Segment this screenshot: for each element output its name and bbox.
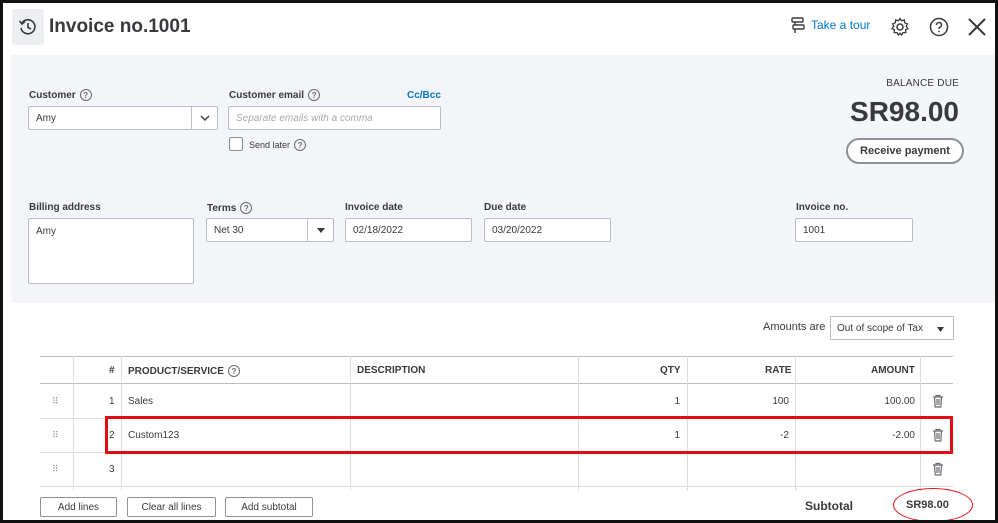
col-description-header: DESCRIPTION xyxy=(357,365,426,376)
receive-payment-button[interactable]: Receive payment xyxy=(846,138,964,164)
send-later-checkbox[interactable] xyxy=(229,137,243,151)
subtotal-label: Subtotal xyxy=(805,499,853,513)
settings-button[interactable] xyxy=(888,15,912,39)
help-icon[interactable]: ? xyxy=(294,139,307,151)
drag-handle-icon[interactable]: ⠿ xyxy=(52,430,59,441)
clear-all-lines-button[interactable]: Clear all lines xyxy=(127,497,216,517)
drag-handle-icon[interactable]: ⠿ xyxy=(52,396,59,407)
customer-value: Amy xyxy=(36,112,56,124)
tour-icon xyxy=(791,17,805,33)
trash-icon[interactable] xyxy=(931,394,945,408)
table-row[interactable]: ⠿ 1 Sales 1 100 100.00 xyxy=(40,385,953,419)
row-num: 1 xyxy=(109,396,115,407)
customer-email-field[interactable]: Separate emails with a comma xyxy=(228,106,441,130)
amounts-are-value: Out of scope of Tax xyxy=(837,322,923,334)
customer-email-label-row: Customer email ? xyxy=(229,89,321,101)
highlight-box xyxy=(105,416,953,454)
customer-label: Customer xyxy=(29,89,76,101)
email-placeholder: Separate emails with a comma xyxy=(236,112,373,124)
col-num-header: # xyxy=(109,365,115,376)
take-tour-label: Take a tour xyxy=(811,18,871,32)
col-amount-header: AMOUNT xyxy=(871,365,915,376)
amounts-are-select[interactable]: Out of scope of Tax xyxy=(830,316,954,340)
customer-label-row: Customer ? xyxy=(29,89,92,101)
chevron-down-icon[interactable] xyxy=(191,107,217,129)
invoice-window: Invoice no.1001 Take a tour Customer ? A… xyxy=(0,0,998,523)
col-product-header: PRODUCT/SERVICE ? xyxy=(128,365,240,377)
add-subtotal-button[interactable]: Add subtotal xyxy=(225,497,313,517)
send-later-row: Send later ? xyxy=(249,139,307,151)
invoice-date-value: 02/18/2022 xyxy=(353,224,404,236)
terms-select[interactable]: Net 30 xyxy=(206,218,334,242)
help-icon[interactable]: ? xyxy=(79,89,92,101)
close-icon xyxy=(968,18,986,36)
terms-label-row: Terms ? xyxy=(207,202,253,214)
billing-address-label: Billing address xyxy=(29,202,101,213)
invoice-date-label: Invoice date xyxy=(345,202,403,213)
row-num: 3 xyxy=(109,464,115,475)
help-icon[interactable]: ? xyxy=(308,89,321,101)
invoice-no-value: 1001 xyxy=(803,224,826,236)
highlight-oval xyxy=(893,488,973,520)
col-qty-header: QTY xyxy=(660,365,681,376)
terms-value: Net 30 xyxy=(214,224,244,236)
history-icon xyxy=(18,19,36,35)
billing-address-value: Amy xyxy=(36,226,56,237)
help-icon xyxy=(929,17,949,37)
row-qty[interactable]: 1 xyxy=(674,396,680,407)
due-date-label: Due date xyxy=(484,202,527,213)
drag-handle-icon[interactable]: ⠿ xyxy=(52,464,59,475)
take-tour-link[interactable]: Take a tour xyxy=(789,16,870,34)
help-icon[interactable]: ? xyxy=(227,365,240,377)
help-button[interactable] xyxy=(927,15,951,39)
billing-address-field[interactable]: Amy xyxy=(28,218,194,284)
add-lines-button[interactable]: Add lines xyxy=(40,497,117,517)
trash-icon[interactable] xyxy=(931,462,945,476)
help-icon[interactable]: ? xyxy=(240,202,253,214)
row-product[interactable]: Sales xyxy=(128,396,153,407)
due-date-value: 03/20/2022 xyxy=(492,224,543,236)
table-row[interactable]: ⠿ 3 xyxy=(40,453,953,487)
invoice-no-label: Invoice no. xyxy=(796,202,849,213)
close-button[interactable] xyxy=(965,15,989,39)
row-rate[interactable]: 100 xyxy=(772,396,789,407)
customer-select[interactable]: Amy xyxy=(28,106,218,130)
balance-due-amount: SR98.00 xyxy=(850,96,959,127)
table-header: # PRODUCT/SERVICE ? DESCRIPTION QTY RATE… xyxy=(40,356,953,384)
row-amount[interactable]: 100.00 xyxy=(884,396,915,407)
amounts-are-label: Amounts are xyxy=(763,321,826,333)
customer-email-label: Customer email xyxy=(229,89,305,101)
col-rate-header: RATE xyxy=(765,365,792,376)
page-title: Invoice no.1001 xyxy=(49,16,191,37)
col-product-label: PRODUCT/SERVICE xyxy=(128,365,224,377)
caret-down-icon xyxy=(937,327,944,332)
balance-due-label: BALANCE DUE xyxy=(886,78,959,89)
history-button[interactable] xyxy=(12,9,44,45)
invoice-no-field[interactable]: 1001 xyxy=(795,218,913,242)
send-later-label: Send later xyxy=(249,140,291,150)
due-date-field[interactable]: 03/20/2022 xyxy=(484,218,611,242)
cc-bcc-link[interactable]: Cc/Bcc xyxy=(407,90,441,101)
caret-down-icon[interactable] xyxy=(307,219,333,241)
invoice-date-field[interactable]: 02/18/2022 xyxy=(345,218,472,242)
terms-label: Terms xyxy=(207,202,237,214)
gear-icon xyxy=(890,17,910,37)
header-bar: Invoice no.1001 Take a tour xyxy=(3,3,995,53)
